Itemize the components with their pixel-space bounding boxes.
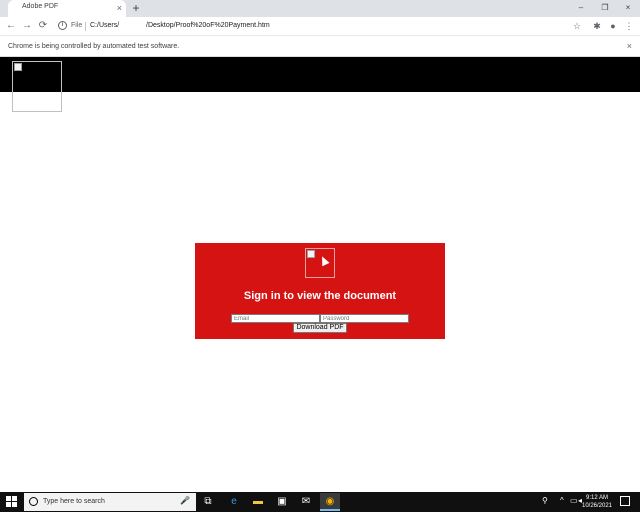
- restore-button[interactable]: ❐: [594, 1, 616, 15]
- broken-image-icon: [14, 63, 22, 71]
- omnibox-divider: [85, 22, 86, 31]
- email-field[interactable]: [231, 314, 320, 323]
- store-icon[interactable]: ▣: [272, 493, 292, 511]
- page-header-bar: [0, 57, 640, 92]
- taskbar-search-box[interactable]: Type here to search 🎤: [24, 493, 196, 511]
- file-explorer-icon[interactable]: ▬: [248, 493, 268, 511]
- download-pdf-button[interactable]: Download PDF: [293, 323, 347, 333]
- notification-icon[interactable]: [620, 496, 630, 506]
- people-icon[interactable]: ⚲: [542, 496, 548, 505]
- network-icon[interactable]: ▭: [570, 496, 578, 505]
- tab-close-icon[interactable]: ×: [117, 2, 122, 14]
- browser-toolbar: ← → ⟳ i File C:/Users/ /Desktop/Proof%20…: [0, 17, 640, 36]
- minimize-button[interactable]: –: [570, 1, 592, 15]
- address-bar[interactable]: i File C:/Users/ /Desktop/Proof%20oF%20P…: [54, 19, 586, 34]
- signin-title: Sign in to view the document: [243, 290, 397, 302]
- infobar-close-icon[interactable]: ×: [627, 41, 632, 51]
- chevron-up-icon[interactable]: ^: [560, 496, 564, 505]
- browser-tab[interactable]: Adobe PDF ×: [8, 0, 126, 17]
- reload-button[interactable]: ⟳: [36, 19, 50, 33]
- new-tab-button[interactable]: +: [129, 1, 143, 15]
- search-placeholder: Type here to search: [43, 498, 105, 505]
- extensions-icon[interactable]: ✱: [590, 19, 604, 33]
- windows-start-icon[interactable]: [6, 496, 18, 508]
- url-text-part1: C:/Users/: [90, 22, 120, 29]
- logo-image: [12, 61, 62, 112]
- mic-icon[interactable]: 🎤: [180, 496, 190, 505]
- system-clock[interactable]: 9:12 AM 10/26/2021: [580, 494, 614, 510]
- tab-strip: Adobe PDF × + – ❐ ×: [0, 0, 640, 17]
- search-icon: [29, 497, 38, 506]
- scheme-label: File: [71, 22, 83, 29]
- edge-icon[interactable]: e: [224, 493, 244, 511]
- star-icon[interactable]: ☆: [570, 19, 584, 33]
- info-icon[interactable]: i: [58, 21, 67, 30]
- task-view-icon[interactable]: ⧉: [198, 493, 218, 511]
- back-button[interactable]: ←: [4, 19, 18, 33]
- mail-icon[interactable]: ✉: [296, 493, 316, 511]
- infobar-text: Chrome is being controlled by automated …: [8, 43, 180, 50]
- menu-icon[interactable]: ⋮: [622, 19, 636, 33]
- tab-title: Adobe PDF: [22, 3, 59, 10]
- forward-button[interactable]: →: [20, 19, 34, 33]
- profile-icon[interactable]: ●: [606, 19, 620, 33]
- automation-infobar: Chrome is being controlled by automated …: [0, 37, 640, 57]
- taskbar: Type here to search 🎤 ⧉ e ▬ ▣ ✉ ◉ ⚲ ^ ▭ …: [0, 492, 640, 512]
- password-field[interactable]: [320, 314, 409, 323]
- chrome-icon[interactable]: ◉: [320, 493, 340, 511]
- broken-image-icon: [307, 250, 315, 258]
- clock-date: 10/26/2021: [581, 503, 613, 509]
- url-text-part2: /Desktop/Proof%20oF%20Payment.htm: [146, 22, 270, 29]
- window-close-button[interactable]: ×: [617, 1, 639, 15]
- clock-time: 9:12 AM: [585, 495, 608, 501]
